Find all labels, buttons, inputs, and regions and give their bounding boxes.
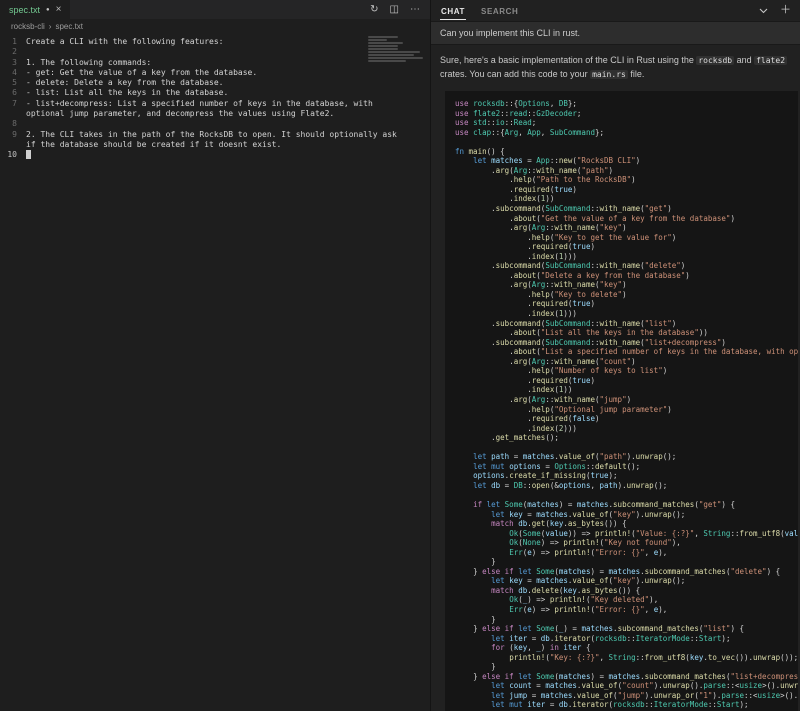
line-text: - delete: Delete a key from the database… (26, 78, 223, 88)
editor-line[interactable]: 5- delete: Delete a key from the databas… (0, 78, 430, 88)
editor-line[interactable]: 8 (0, 119, 430, 129)
modified-dot-icon: ● (46, 7, 50, 13)
tab-search[interactable]: SEARCH (480, 2, 519, 19)
split-editor-icon[interactable]: ◫ (390, 5, 399, 15)
editor-line[interactable]: 1Create a CLI with the following feature… (0, 37, 430, 47)
inline-code: main.rs (590, 70, 628, 79)
line-number: 8 (0, 119, 26, 129)
inline-code: flate2 (754, 56, 787, 65)
new-chat-icon[interactable]: ＋ (780, 5, 791, 16)
breadcrumb-file[interactable]: spec.txt (55, 22, 83, 31)
inline-code: rocksdb (696, 56, 734, 65)
tab-label: spec.txt (9, 5, 40, 15)
line-text: 1. The following commands: (26, 58, 151, 68)
editor-line[interactable]: 7- list+decompress: List a specified num… (0, 99, 430, 109)
editor-line[interactable]: 92. The CLI takes in the path of the Roc… (0, 130, 430, 140)
assistant-message: Sure, here's a basic implementation of t… (431, 45, 800, 86)
message-text: crates. You can add this code to your (440, 69, 590, 79)
line-text: - list+decompress: List a specified numb… (26, 99, 373, 109)
editor-line[interactable]: 10 (0, 150, 430, 161)
message-text: Sure, here's a basic implementation of t… (440, 55, 696, 65)
tab-spec-txt[interactable]: spec.txt ● × (0, 0, 70, 19)
line-text: - get: Get the value of a key from the d… (26, 68, 257, 78)
minimap-line (368, 45, 398, 47)
line-number: 1 (0, 37, 26, 47)
line-number: 9 (0, 130, 26, 140)
tab-chat[interactable]: CHAT (440, 2, 466, 20)
chevron-down-icon[interactable] (759, 8, 768, 14)
editor-line[interactable]: 31. The following commands: (0, 58, 430, 68)
close-tab-icon[interactable]: × (56, 5, 62, 15)
breadcrumb[interactable]: rocksb-cli › spec.txt (0, 19, 430, 34)
line-text: optional jump parameter, and decompress … (26, 109, 334, 119)
breadcrumb-folder[interactable]: rocksb-cli (11, 22, 45, 31)
line-number: 2 (0, 47, 26, 57)
minimap-line (368, 51, 420, 53)
editor-line[interactable]: optional jump parameter, and decompress … (0, 109, 430, 119)
line-number: 7 (0, 99, 26, 109)
more-actions-icon[interactable]: ⋯ (410, 5, 420, 15)
editor-line[interactable]: 2 (0, 47, 430, 57)
line-text: - list: List all the keys in the databas… (26, 88, 228, 98)
chat-panel: CHAT SEARCH ＋ Can you implement this CLI… (430, 0, 800, 711)
line-number (0, 109, 26, 119)
minimap-line (368, 60, 406, 62)
minimap[interactable] (368, 36, 426, 63)
chat-actions: ＋ (759, 5, 791, 16)
minimap-line (368, 57, 423, 59)
user-message: Can you implement this CLI in rust. (431, 21, 800, 45)
code-content: use rocksdb::{Options, DB}; use flate2::… (455, 99, 798, 711)
editor-line[interactable]: 4- get: Get the value of a key from the … (0, 68, 430, 78)
line-text (26, 150, 31, 161)
line-number: 4 (0, 68, 26, 78)
line-number: 6 (0, 88, 26, 98)
chevron-right-icon: › (49, 22, 52, 31)
minimap-line (368, 42, 403, 44)
line-text: if the database should be created if it … (26, 140, 281, 150)
editor-pane: spec.txt ● × ↻ ◫ ⋯ rocksb-cli › spec.txt… (0, 0, 430, 711)
editor-content[interactable]: 1Create a CLI with the following feature… (0, 37, 430, 161)
line-text: Create a CLI with the following features… (26, 37, 223, 47)
editor-line[interactable]: 6- list: List all the keys in the databa… (0, 88, 430, 98)
line-number: 5 (0, 78, 26, 88)
line-number: 3 (0, 58, 26, 68)
vscode-window: spec.txt ● × ↻ ◫ ⋯ rocksb-cli › spec.txt… (0, 0, 800, 711)
editor-actions: ↻ ◫ ⋯ (370, 0, 430, 19)
chat-header: CHAT SEARCH ＋ (431, 0, 800, 21)
line-number (0, 140, 26, 150)
minimap-line (368, 39, 387, 41)
line-text: 2. The CLI takes in the path of the Rock… (26, 130, 397, 140)
text-cursor (26, 150, 31, 159)
editor-line[interactable]: if the database should be created if it … (0, 140, 430, 150)
editor-tab-bar: spec.txt ● × ↻ ◫ ⋯ (0, 0, 430, 19)
open-changes-icon[interactable]: ↻ (370, 5, 378, 15)
message-text: file. (628, 69, 645, 79)
minimap-line (368, 48, 398, 50)
code-block[interactable]: use rocksdb::{Options, DB}; use flate2::… (445, 91, 798, 711)
line-number: 10 (0, 150, 26, 161)
minimap-line (368, 36, 398, 38)
minimap-line (368, 54, 414, 56)
editor-body: 1Create a CLI with the following feature… (0, 34, 430, 711)
message-text: and (734, 55, 754, 65)
